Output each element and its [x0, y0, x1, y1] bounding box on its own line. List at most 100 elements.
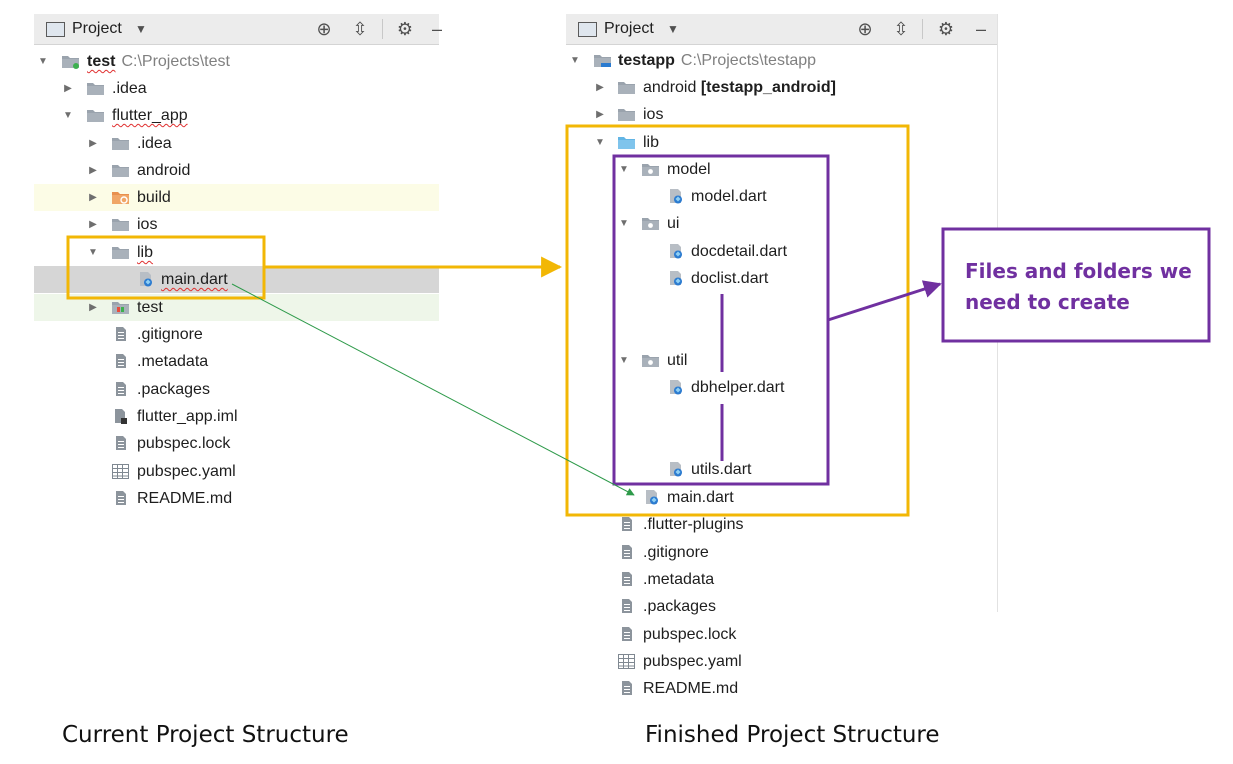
folder-icon	[111, 135, 130, 151]
expand-arrow-icon[interactable]: ▼	[61, 102, 75, 129]
tree-item-idea[interactable]: ▶ .idea	[34, 130, 439, 157]
folder-icon	[617, 79, 636, 95]
tree-item-metadata[interactable]: .metadata	[34, 348, 439, 375]
tree-item-label: pubspec.yaml	[643, 653, 742, 670]
tree-item-label: pubspec.lock	[137, 435, 231, 452]
expand-arrow-icon[interactable]: ▼	[617, 347, 631, 374]
folder-icon	[111, 162, 130, 178]
tree-item-metadata[interactable]: .metadata	[566, 566, 997, 593]
expand-arrow-icon[interactable]: ▶	[86, 294, 100, 321]
tree-item-pubspec-yaml[interactable]: pubspec.yaml	[34, 458, 439, 485]
tree-item-readme[interactable]: README.md	[566, 675, 997, 702]
package-icon	[641, 161, 660, 177]
dart-file-icon	[666, 270, 685, 286]
yaml-file-icon	[617, 653, 636, 669]
tree-item-util[interactable]: ▼ util	[566, 347, 997, 374]
expand-arrow-icon[interactable]: ▼	[617, 156, 631, 183]
dart-file-icon	[136, 271, 155, 287]
tree-item-packages[interactable]: .packages	[566, 593, 997, 620]
dropdown-caret-icon[interactable]: ▼	[662, 18, 684, 40]
tree-item-ios[interactable]: ▶ ios	[566, 101, 997, 128]
iml-file-icon	[111, 408, 130, 424]
tree-item-model[interactable]: ▼ model	[566, 156, 997, 183]
tree-item-test[interactable]: ▶ test	[34, 294, 439, 321]
dart-file-icon	[642, 489, 661, 505]
tree-item-pubspec-yaml[interactable]: pubspec.yaml	[566, 648, 997, 675]
expand-arrow-icon[interactable]: ▶	[86, 130, 100, 157]
tree-item-label: test	[87, 53, 116, 70]
tree-item-lib[interactable]: ▼ lib	[34, 239, 439, 266]
tree-item-flutter-plugins[interactable]: .flutter-plugins	[566, 511, 997, 538]
expand-arrow-icon[interactable]: ▶	[86, 211, 100, 238]
module-name: [testapp_android]	[700, 79, 836, 96]
file-icon	[111, 490, 130, 506]
expand-arrow-icon[interactable]: ▶	[593, 101, 607, 128]
tree-item-root-testapp[interactable]: ▼ testapp C:\Projects\testapp	[566, 47, 997, 74]
tree-item-label: .gitignore	[643, 544, 709, 561]
project-path: C:\Projects\testapp	[680, 52, 817, 69]
tree-item-flutter-app-iml[interactable]: flutter_app.iml	[34, 403, 439, 430]
expand-arrow-icon[interactable]: ▼	[617, 210, 631, 237]
expand-arrow-icon[interactable]: ▶	[61, 75, 75, 102]
tree-item-android[interactable]: ▶ android	[34, 157, 439, 184]
expand-arrow-icon[interactable]: ▼	[568, 47, 582, 74]
expand-arrow-icon[interactable]: ▶	[86, 157, 100, 184]
tree-item-gitignore[interactable]: .gitignore	[34, 321, 439, 348]
collapse-all-icon[interactable]: ⇳	[890, 18, 912, 40]
toolbar-title: Project	[604, 20, 654, 37]
locate-icon[interactable]: ⊕	[854, 18, 876, 40]
collapse-all-icon[interactable]: ⇳	[349, 18, 371, 40]
file-icon	[111, 381, 130, 397]
tree-item-packages[interactable]: .packages	[34, 376, 439, 403]
tree-item-doclist-dart[interactable]: doclist.dart	[566, 265, 997, 292]
tree-item-idea[interactable]: ▶ .idea	[34, 75, 439, 102]
gear-icon[interactable]: ⚙	[935, 18, 957, 40]
tree-item-ui[interactable]: ▼ ui	[566, 210, 997, 237]
file-icon	[617, 516, 636, 532]
tree-item-label: README.md	[137, 490, 233, 507]
window-icon	[578, 22, 597, 37]
minimize-icon[interactable]: –	[426, 18, 448, 40]
folder-icon	[617, 106, 636, 122]
dropdown-caret-icon[interactable]: ▼	[130, 18, 152, 40]
tree-item-main-dart[interactable]: main.dart	[566, 484, 997, 511]
tree-item-label: android	[643, 79, 697, 96]
tree-item-flutter-app[interactable]: ▼ flutter_app	[34, 102, 439, 129]
locate-icon[interactable]: ⊕	[313, 18, 335, 40]
expand-arrow-icon[interactable]: ▼	[593, 129, 607, 156]
tree-item-label: test	[137, 299, 163, 316]
tree-item-main-dart[interactable]: main.dart	[34, 266, 439, 293]
tree-item-pubspec-lock[interactable]: pubspec.lock	[34, 430, 439, 457]
file-icon	[111, 435, 130, 451]
expand-arrow-icon[interactable]: ▼	[86, 239, 100, 266]
tree-item-utils-dart[interactable]: utils.dart	[566, 456, 997, 483]
tree-item-lib[interactable]: ▼ lib	[566, 129, 997, 156]
tree-item-android[interactable]: ▶ android [testapp_android]	[566, 74, 997, 101]
tree-item-label: .packages	[643, 598, 716, 615]
tree-item-label: model	[667, 161, 711, 178]
tree-item-dbhelper-dart[interactable]: dbhelper.dart	[566, 374, 997, 401]
tree-item-label: util	[667, 352, 688, 369]
tree-item-docdetail-dart[interactable]: docdetail.dart	[566, 238, 997, 265]
tree-item-label: .metadata	[643, 571, 715, 588]
tree-item-label: android	[137, 162, 191, 179]
source-folder-icon	[617, 134, 636, 150]
tree-item-readme[interactable]: README.md	[34, 485, 439, 512]
tree-item-ios[interactable]: ▶ ios	[34, 211, 439, 238]
tree-item-build[interactable]: ▶ build	[34, 184, 439, 211]
tree-item-label: .flutter-plugins	[643, 516, 744, 533]
tree-item-gitignore[interactable]: .gitignore	[566, 539, 997, 566]
tree-item-pubspec-lock[interactable]: pubspec.lock	[566, 621, 997, 648]
expand-arrow-icon[interactable]: ▶	[593, 74, 607, 101]
gear-icon[interactable]: ⚙	[394, 18, 416, 40]
file-icon	[617, 544, 636, 560]
module-folder-icon	[61, 53, 80, 69]
tree-item-label: pubspec.yaml	[137, 463, 236, 480]
folder-icon	[86, 80, 105, 96]
tree-item-root-test[interactable]: ▼ test C:\Projects\test	[34, 48, 439, 75]
minimize-icon[interactable]: –	[970, 18, 992, 40]
tree-item-model-dart[interactable]: model.dart	[566, 183, 997, 210]
file-icon	[617, 571, 636, 587]
expand-arrow-icon[interactable]: ▼	[36, 48, 50, 75]
expand-arrow-icon[interactable]: ▶	[86, 184, 100, 211]
